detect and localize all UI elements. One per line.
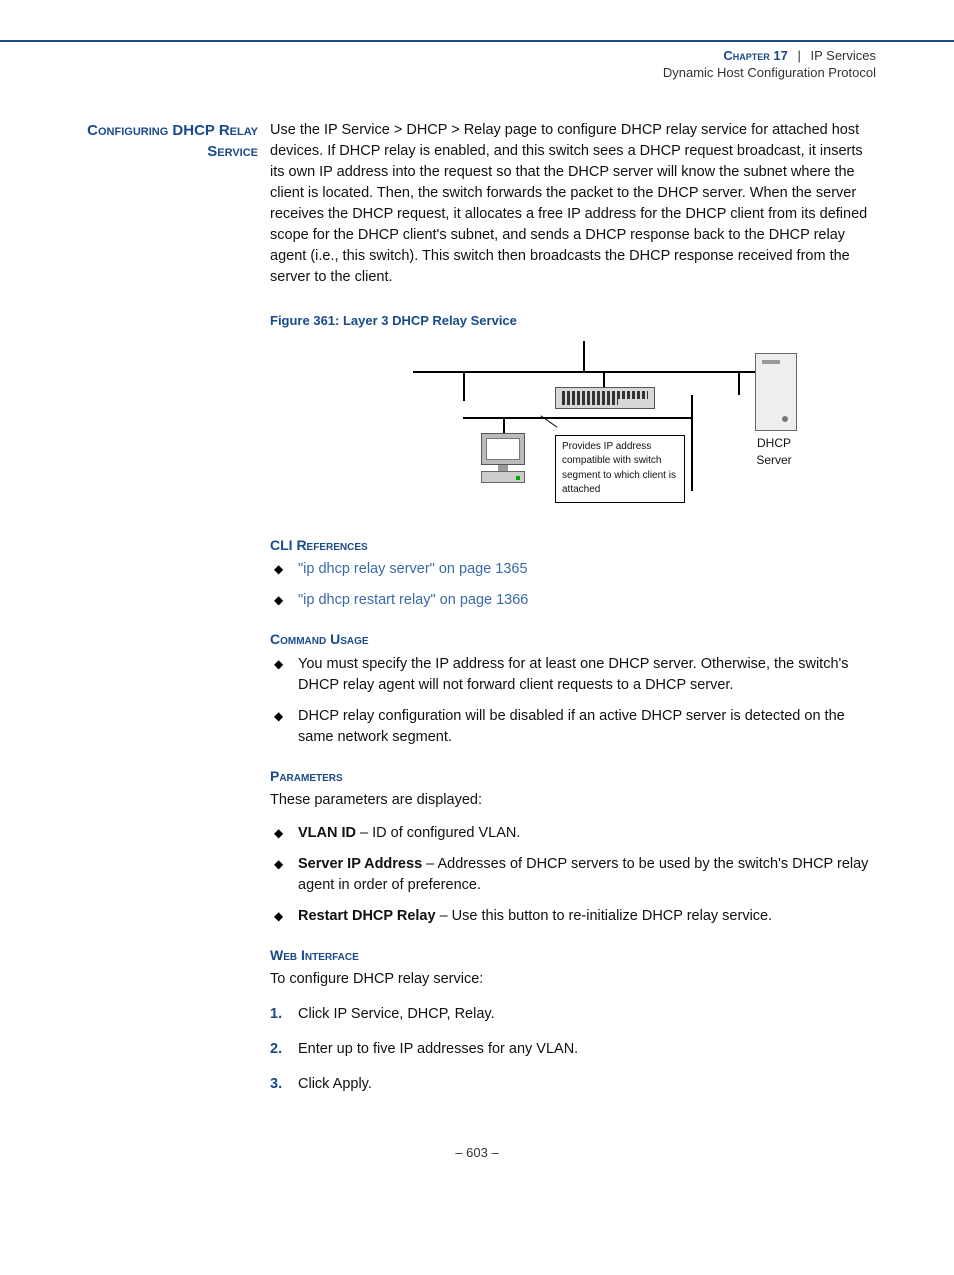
list-item: Server IP Address – Addresses of DHCP se… [270, 854, 876, 896]
switch-icon [555, 387, 655, 409]
step-text: Click IP Service, DHCP, Relay. [298, 1006, 495, 1022]
list-item: DHCP relay configuration will be disable… [270, 706, 876, 748]
section-title: Dynamic Host Configuration Protocol [0, 65, 876, 80]
web-interface-steps: 1.Click IP Service, DHCP, Relay. 2.Enter… [270, 1004, 876, 1095]
step-text: Click Apply. [298, 1076, 372, 1092]
chapter-title: IP Services [810, 48, 876, 63]
chapter-label: Chapter 17 [723, 48, 787, 63]
param-name: Restart DHCP Relay [298, 908, 436, 924]
page-header: Chapter 17 | IP Services Dynamic Host Co… [0, 40, 954, 80]
param-name: Server IP Address [298, 856, 422, 872]
page-number: – 603 – [0, 1145, 954, 1184]
parameters-intro: These parameters are displayed: [270, 790, 876, 811]
step-text: Enter up to five IP addresses for any VL… [298, 1041, 578, 1057]
web-interface-heading: Web Interface [270, 945, 876, 965]
step-item: 1.Click IP Service, DHCP, Relay. [270, 1004, 876, 1025]
server-icon [755, 353, 797, 431]
command-usage-list: You must specify the IP address for at l… [270, 654, 876, 748]
param-desc: – ID of configured VLAN. [356, 825, 520, 841]
cli-references-list: "ip dhcp relay server" on page 1365 "ip … [270, 559, 876, 611]
list-item: "ip dhcp relay server" on page 1365 [270, 559, 876, 580]
figure-diagram: DHCP Server Provides IP address compatib… [323, 341, 823, 511]
parameters-heading: Parameters [270, 766, 876, 786]
cross-reference-link[interactable]: "ip dhcp relay server" on page 1365 [298, 561, 528, 577]
header-separator: | [797, 48, 800, 63]
web-interface-intro: To configure DHCP relay service: [270, 969, 876, 990]
list-item: VLAN ID – ID of configured VLAN. [270, 823, 876, 844]
side-heading: Configuring DHCP Relay Service [78, 120, 258, 162]
list-item: Restart DHCP Relay – Use this button to … [270, 906, 876, 927]
command-usage-heading: Command Usage [270, 629, 876, 649]
client-pc-icon [475, 433, 531, 493]
list-item: You must specify the IP address for at l… [270, 654, 876, 696]
step-item: 3.Click Apply. [270, 1074, 876, 1095]
param-desc: – Use this button to re-initialize DHCP … [436, 908, 773, 924]
param-name: VLAN ID [298, 825, 356, 841]
cross-reference-link[interactable]: "ip dhcp restart relay" on page 1366 [298, 592, 528, 608]
intro-paragraph: Use the IP Service > DHCP > Relay page t… [270, 120, 876, 288]
list-item: "ip dhcp restart relay" on page 1366 [270, 590, 876, 611]
figure-callout: Provides IP address compatible with swit… [555, 435, 685, 503]
step-item: 2.Enter up to five IP addresses for any … [270, 1039, 876, 1060]
parameters-list: VLAN ID – ID of configured VLAN. Server … [270, 823, 876, 927]
figure-caption: Figure 361: Layer 3 DHCP Relay Service [270, 312, 876, 331]
server-label: DHCP Server [739, 435, 809, 470]
cli-references-heading: CLI References [270, 535, 876, 555]
